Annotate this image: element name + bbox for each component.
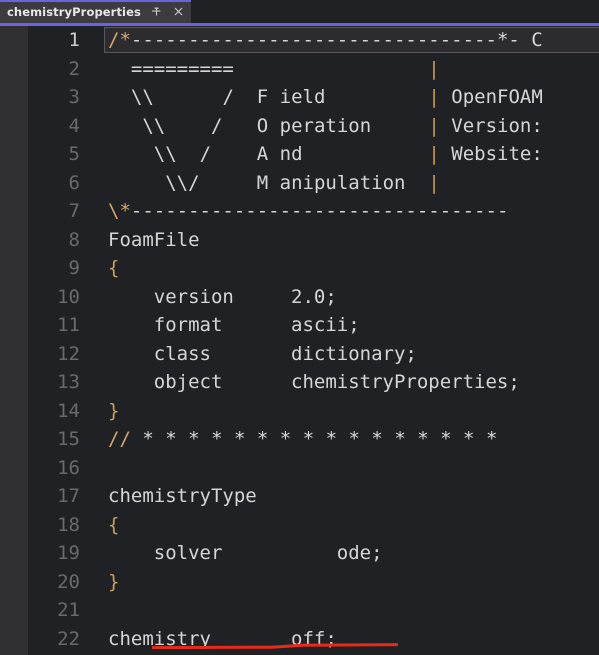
line-number: 20: [57, 570, 80, 593]
line-number: 14: [57, 399, 80, 422]
line-number: 18: [57, 513, 80, 536]
code-line[interactable]: 12 class dictionary;: [28, 340, 599, 369]
editor-marker-strip[interactable]: [0, 26, 28, 655]
editor-pane[interactable]: 1 /*--------------------------------*- C 2…: [0, 26, 599, 655]
code-text: FoamFile: [108, 228, 200, 251]
code-line[interactable]: 19 solver ode;: [28, 539, 599, 568]
code-text: format ascii;: [108, 314, 360, 336]
line-number: 12: [57, 342, 80, 365]
code-text: class dictionary;: [108, 342, 417, 365]
line-number: 8: [68, 228, 80, 251]
code-text: \\ / F ield | OpenFOAM: [130, 86, 543, 108]
code-line[interactable]: 4 \\ / O peration | Version:: [28, 112, 599, 141]
code-text: }: [108, 570, 120, 593]
code-line[interactable]: 7 \*---------------------------------: [28, 197, 599, 226]
code-line[interactable]: 14}: [28, 397, 599, 426]
close-icon[interactable]: [172, 5, 185, 18]
line-number: 16: [57, 456, 80, 479]
code-line[interactable]: 1 /*--------------------------------*- C: [28, 26, 599, 55]
code-line[interactable]: 13 object chemistryProperties;: [28, 368, 599, 397]
line-number: 9: [68, 257, 80, 279]
line-number: 2: [68, 57, 80, 80]
line-number: 4: [68, 114, 80, 137]
tab-label: chemistryProperties: [7, 4, 141, 19]
code-text: {: [108, 513, 120, 536]
line-number: 15: [57, 428, 80, 450]
code-line[interactable]: 17 chemistryType: [28, 482, 599, 511]
code-text: \*---------------------------------: [108, 200, 509, 222]
tab-chemistryProperties[interactable]: chemistryProperties: [0, 0, 191, 23]
code-line[interactable]: 3 \\ / F ield | OpenFOAM: [28, 83, 599, 112]
code-line[interactable]: 9{: [28, 254, 599, 283]
code-text: object chemistryProperties;: [108, 371, 520, 393]
code-line[interactable]: 21: [28, 596, 599, 625]
code-text: solver ode;: [108, 542, 383, 564]
code-text: version 2.0;: [108, 285, 337, 308]
code-line[interactable]: 11 format ascii;: [28, 311, 599, 340]
code-text: chemistry off;: [108, 627, 337, 650]
code-line[interactable]: 8 FoamFile: [28, 226, 599, 255]
code-line[interactable]: 20}: [28, 568, 599, 597]
line-number: 17: [57, 485, 80, 507]
tab-bar: chemistryProperties: [0, 0, 599, 23]
line-number: 21: [57, 599, 80, 621]
code-text: \\ / O peration | Version:: [142, 114, 543, 137]
code-text: \\ / A nd | Website:: [153, 143, 543, 165]
code-text: }: [108, 399, 120, 422]
line-number: 5: [68, 143, 80, 165]
line-number: 22: [57, 627, 80, 650]
code-line[interactable]: 18 {: [28, 511, 599, 540]
code-line[interactable]: 2 ========= |: [28, 55, 599, 84]
code-text: \\/ M anipulation |: [165, 171, 440, 194]
line-number: 6: [68, 171, 80, 194]
pin-icon[interactable]: [150, 5, 163, 18]
code-text: /*--------------------------------*- C: [108, 29, 543, 51]
line-number: 19: [57, 542, 80, 564]
code-text: chemistryType: [108, 485, 257, 507]
code-line[interactable]: 15 // * * * * * * * * * * * * * * * *: [28, 425, 599, 454]
line-number: 13: [57, 371, 80, 393]
line-number: 1: [68, 29, 80, 51]
code-line[interactable]: 10 version 2.0;: [28, 283, 599, 312]
code-line[interactable]: 5 \\ / A nd | Website:: [28, 140, 599, 169]
line-number: 10: [57, 285, 80, 308]
code-text: // * * * * * * * * * * * * * * * *: [108, 428, 498, 450]
line-number: 7: [68, 200, 80, 222]
line-number: 11: [57, 314, 80, 336]
editor-code-area[interactable]: 1 /*--------------------------------*- C 2…: [28, 26, 599, 655]
code-text: {: [108, 257, 120, 279]
line-number: 3: [68, 86, 80, 108]
code-line[interactable]: 16: [28, 454, 599, 483]
code-editor-window: chemistryProperties 1 /*-----------------…: [0, 0, 599, 655]
code-line[interactable]: 6 \\/ M anipulation |: [28, 169, 599, 198]
code-text: ========= |: [108, 57, 440, 80]
code-line[interactable]: 22 chemistry off;: [28, 625, 599, 654]
